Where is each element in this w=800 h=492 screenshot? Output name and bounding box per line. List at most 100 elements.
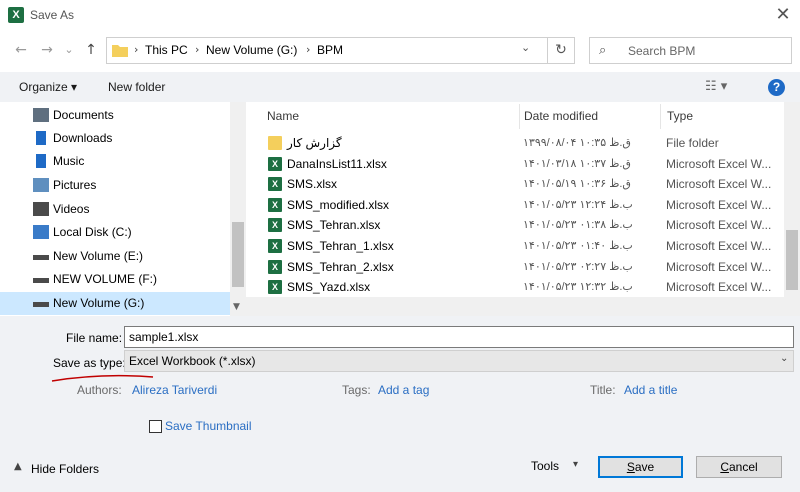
file-name-input[interactable] [124, 326, 794, 348]
file-name: SMS_modified.xlsx [287, 197, 390, 212]
file-row[interactable]: X DanaInsList11.xlsx ۱۴۰۱/۰۳/۱۸ ق.ظ ۱۰:۳۷ M… [246, 154, 800, 174]
breadcrumb-volume-g[interactable]: New Volume (G:) [206, 43, 297, 57]
file-date: ۱۴۰۱/۰۵/۲۳ ب.ظ ۱۲:۲۴ [523, 198, 633, 211]
authors-value[interactable]: Alireza Tariverdi [132, 383, 217, 397]
file-type: File folder [666, 136, 719, 150]
file-list: ^ Name Date modified Type گزارش کار ۱۳۹۹/… [246, 102, 800, 297]
file-date: ۱۴۰۱/۰۵/۲۳ ب.ظ ۰۱:۴۰ [523, 240, 633, 252]
hide-folders-button[interactable]: Hide Folders [31, 462, 99, 476]
title-bar [0, 0, 800, 32]
file-row[interactable]: X SMS_modified.xlsx ۱۴۰۱/۰۵/۲۳ ب.ظ ۱۲:۲۴ Mi… [246, 195, 800, 215]
chevron-up-icon[interactable]: ▲ [14, 461, 22, 472]
file-row[interactable]: X SMS_Yazd.xlsx ۱۴۰۱/۰۵/۲۳ ب.ظ ۱۲:۳۲ Micros… [246, 277, 800, 297]
scroll-down-icon[interactable]: ▼ [233, 302, 240, 312]
column-header-name[interactable]: Name [267, 109, 299, 123]
excel-file-icon: X [268, 177, 282, 192]
file-type: Microsoft Excel W... [666, 218, 772, 233]
drive-icon [33, 278, 49, 283]
save-as-type-label: Save as type: [53, 356, 126, 370]
sidebar-item[interactable]: New Volume (G:) [0, 292, 230, 315]
save-thumbnail-label[interactable]: Save Thumbnail [165, 419, 252, 433]
file-date: ۱۴۰۱/۰۵/۲۳ ب.ظ ۱۲:۳۲ [523, 281, 633, 294]
sidebar-item[interactable]: Downloads [0, 127, 230, 150]
sidebar-item[interactable]: New Volume (E:) [0, 245, 230, 268]
new-folder-button[interactable]: New folder [108, 80, 165, 94]
sidebar-item[interactable]: Pictures [0, 174, 230, 197]
excel-icon: X [8, 7, 24, 23]
save-as-type-value: Excel Workbook (*.xlsx) [129, 354, 256, 368]
search-icon: ⌕ [599, 43, 607, 58]
navigation-scrollbar-thumb[interactable] [232, 222, 244, 287]
cancel-button[interactable]: Cancel [696, 456, 782, 478]
save-as-type-select[interactable]: Excel Workbook (*.xlsx) ⌄ [124, 350, 794, 372]
sidebar-item[interactable]: Music [0, 150, 230, 173]
column-header-type[interactable]: Type [667, 109, 693, 123]
chevron-down-icon[interactable]: ▾ [573, 459, 578, 470]
breadcrumb-this-pc[interactable]: This PC [145, 43, 188, 57]
disk-icon [33, 225, 49, 239]
up-arrow-icon[interactable]: ↑ [80, 38, 102, 62]
organize-button[interactable]: Organize ▾ [19, 80, 77, 94]
recent-locations-icon[interactable]: ⌄ [58, 38, 80, 62]
column-divider[interactable] [519, 104, 520, 129]
file-name: SMS_Yazd.xlsx [287, 280, 371, 295]
file-row[interactable]: X SMS.xlsx ۱۴۰۱/۰۵/۱۹ ق.ظ ۱۰:۳۶ Microsoft E… [246, 174, 800, 194]
navigation-pane: Documents Downloads Music Pictures Videos Loc… [0, 102, 230, 316]
file-name: SMS.xlsx [287, 177, 338, 192]
breadcrumb-separator-icon: › [306, 43, 311, 56]
column-header-date[interactable]: Date modified [524, 109, 598, 123]
horizontal-scrollbar[interactable] [246, 297, 800, 316]
sidebar-item[interactable]: Documents [0, 104, 230, 127]
drive-icon [33, 302, 49, 307]
file-row[interactable]: X SMS_Tehran.xlsx ۱۴۰۱/۰۵/۲۳ ب.ظ ۰۱:۳۸ Micr… [246, 215, 800, 235]
back-arrow-icon[interactable]: ← [10, 38, 32, 62]
close-icon[interactable]: ✕ [770, 3, 796, 27]
sidebar-item-label: New Volume (E:) [53, 249, 144, 263]
file-type: Microsoft Excel W... [666, 197, 772, 212]
address-bar[interactable]: › This PC › New Volume (G:) › BPM ⌄ [106, 37, 575, 64]
breadcrumb-separator-icon: › [134, 43, 139, 56]
sidebar-item[interactable]: Local Disk (C:) [0, 221, 230, 244]
breadcrumb-bpm[interactable]: BPM [317, 43, 343, 57]
file-name: SMS_Tehran.xlsx [287, 218, 381, 233]
file-type: Microsoft Excel W... [666, 177, 772, 192]
breadcrumb-separator-icon: › [195, 43, 200, 56]
file-name-label: File name: [66, 331, 123, 345]
command-bar: Organize ▾ New folder ☷ ▾ ? [0, 72, 800, 102]
file-name: گزارش کار [287, 136, 342, 150]
file-type: Microsoft Excel W... [666, 156, 772, 171]
sidebar-item[interactable]: NEW VOLUME (F:) [0, 268, 230, 291]
music-icon [36, 154, 46, 168]
sidebar-item-label: Music [53, 154, 85, 168]
sort-ascending-icon: ^ [384, 102, 393, 108]
sidebar-item[interactable]: Videos [0, 198, 230, 221]
file-name: DanaInsList11.xlsx [287, 156, 387, 171]
file-row[interactable]: گزارش کار ۱۳۹۹/۰۸/۰۴ ق.ظ ۱۰:۳۵ File folder [246, 133, 800, 153]
file-row[interactable]: X SMS_Tehran_2.xlsx ۱۴۰۱/۰۵/۲۳ ب.ظ ۰۲:۲۷ Mi… [246, 257, 800, 277]
search-placeholder: Search BPM [628, 44, 696, 58]
forward-arrow-icon[interactable]: → [36, 38, 58, 62]
tools-button[interactable]: Tools [531, 459, 559, 473]
view-options-icon[interactable]: ☷ ▾ [705, 79, 727, 94]
window-title: Save As [30, 8, 75, 22]
tags-label: Tags: [342, 383, 371, 397]
folder-icon [268, 136, 282, 150]
folder-icon [112, 45, 128, 57]
excel-file-icon: X [268, 280, 282, 295]
file-type: Microsoft Excel W... [666, 239, 772, 253]
save-button[interactable]: Save [598, 456, 683, 478]
pictures-icon [33, 178, 49, 192]
column-divider[interactable] [660, 104, 661, 129]
chevron-down-icon[interactable]: ⌄ [521, 41, 530, 54]
sidebar-item-label: Documents [53, 108, 114, 122]
file-row[interactable]: X SMS_Tehran_1.xlsx ۱۴۰۱/۰۵/۲۳ ب.ظ ۰۱:۴۰ Mi… [246, 236, 800, 256]
tags-input[interactable]: Add a tag [378, 383, 429, 397]
drive-icon [33, 255, 49, 260]
file-list-scrollbar-thumb[interactable] [786, 230, 798, 290]
help-icon[interactable]: ? [768, 79, 785, 96]
refresh-icon[interactable]: ↻ [547, 37, 574, 64]
title-input[interactable]: Add a title [624, 383, 677, 397]
search-box[interactable]: ⌕ Search BPM [589, 37, 792, 64]
file-name: SMS_Tehran_2.xlsx [287, 259, 394, 274]
save-thumbnail-checkbox[interactable] [149, 420, 162, 433]
